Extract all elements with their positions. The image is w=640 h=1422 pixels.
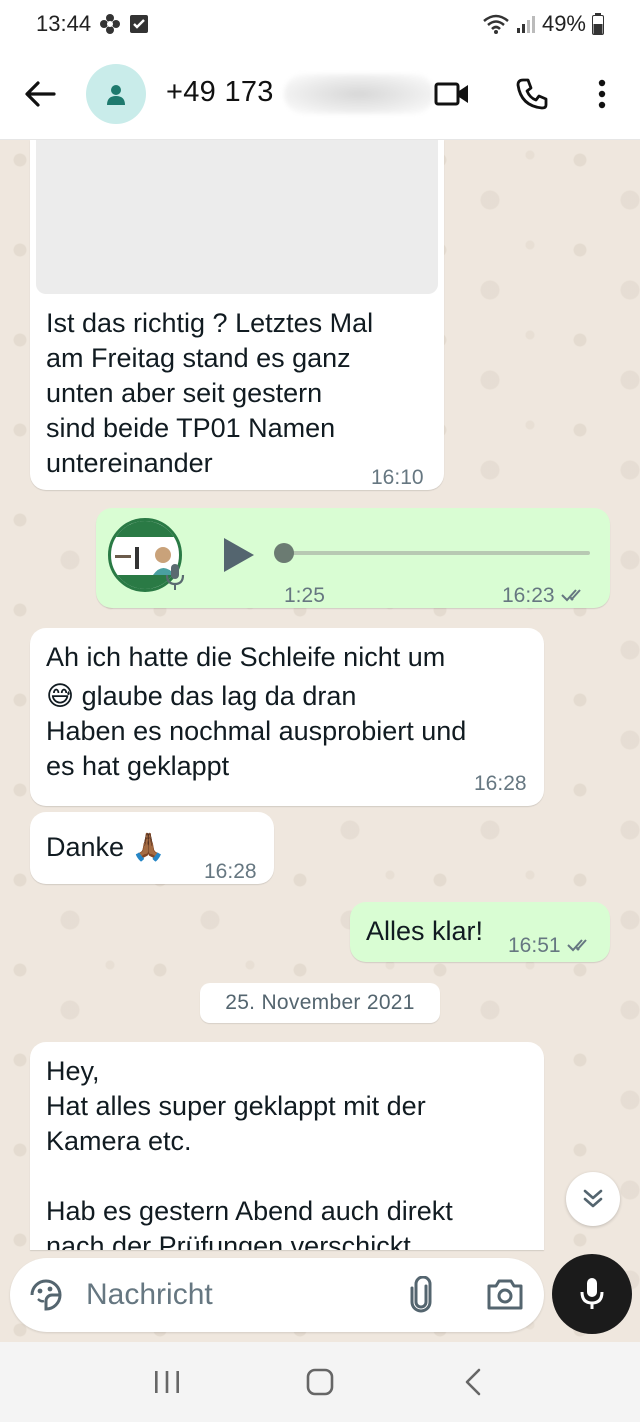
back-arrow-icon[interactable] bbox=[22, 74, 58, 114]
media-image-placeholder[interactable] bbox=[36, 140, 438, 294]
camera-icon[interactable] bbox=[486, 1276, 524, 1317]
wifi-icon bbox=[482, 13, 510, 35]
message-text: Ah ich hatte die Schleife nicht um 😅 gla… bbox=[46, 640, 536, 784]
message-time: 16:28 bbox=[204, 860, 257, 883]
checkbox-icon bbox=[129, 14, 149, 34]
voice-message-bubble[interactable]: 1:25 16:23 bbox=[96, 508, 610, 608]
sticker-emoji-icon[interactable] bbox=[28, 1277, 64, 1318]
redacted-name-blur bbox=[284, 74, 434, 114]
signal-icon bbox=[516, 14, 536, 34]
message-bubble-incoming[interactable]: Hey, Hat alles super geklappt mit der Ka… bbox=[30, 1042, 544, 1250]
message-time-wrap: 16:51 bbox=[508, 928, 593, 964]
message-bubble-incoming[interactable]: Ist das richtig ? Letztes Mal am Freitag… bbox=[30, 140, 444, 490]
message-line: Hab es gestern Abend auch direkt bbox=[46, 1196, 453, 1226]
voice-progress-track[interactable] bbox=[284, 551, 590, 555]
video-call-icon[interactable] bbox=[432, 74, 472, 114]
message-line bbox=[46, 1159, 536, 1194]
contact-name[interactable]: +49 173 bbox=[166, 76, 274, 109]
message-line: unten aber seit gestern bbox=[46, 378, 323, 408]
message-text: Alles klar! bbox=[366, 916, 484, 946]
message-line: Ist das richtig ? Letztes Mal bbox=[46, 308, 374, 338]
message-composer bbox=[10, 1258, 544, 1332]
message-text: Hey, Hat alles super geklappt mit der Ka… bbox=[46, 1054, 536, 1250]
paperclip-icon[interactable] bbox=[406, 1275, 436, 1319]
message-bubble-outgoing[interactable]: Alles klar! 16:51 bbox=[350, 902, 610, 962]
home-icon[interactable] bbox=[290, 1352, 350, 1412]
status-bar: 13:44 49% bbox=[0, 0, 640, 48]
double-check-icon bbox=[560, 579, 587, 614]
message-text: Ist das richtig ? Letztes Mal am Freitag… bbox=[46, 306, 426, 481]
double-chevron-down-icon bbox=[583, 1189, 603, 1208]
system-navigation-bar bbox=[0, 1342, 640, 1422]
message-line: 😅 glaube das lag da dran bbox=[46, 681, 357, 711]
battery-percent: 49% bbox=[541, 11, 586, 36]
voice-progress-knob[interactable] bbox=[274, 543, 294, 563]
message-time: 16:10 bbox=[371, 466, 424, 489]
voice-duration: 1:25 bbox=[284, 584, 325, 607]
message-input[interactable] bbox=[86, 1276, 386, 1314]
message-text: Danke 🙏🏾 bbox=[46, 832, 166, 862]
microphone-icon bbox=[164, 562, 186, 601]
message-line: Hey, bbox=[46, 1056, 100, 1086]
double-check-icon bbox=[566, 929, 593, 964]
message-time-wrap: 16:23 bbox=[502, 578, 587, 614]
battery-icon bbox=[592, 13, 604, 35]
avatar[interactable] bbox=[86, 64, 146, 124]
message-bubble-incoming[interactable]: Danke 🙏🏾 16:28 bbox=[30, 812, 274, 884]
message-time: 16:51 bbox=[508, 934, 561, 957]
scroll-to-bottom-button[interactable] bbox=[566, 1172, 620, 1226]
message-time: 16:23 bbox=[502, 584, 555, 607]
message-line: Hat alles super geklappt mit der bbox=[46, 1091, 426, 1121]
message-bubble-incoming[interactable]: Ah ich hatte die Schleife nicht um 😅 gla… bbox=[30, 628, 544, 806]
message-time: 16:28 bbox=[474, 772, 527, 795]
message-line: Ah ich hatte die Schleife nicht um bbox=[46, 642, 446, 672]
play-icon[interactable] bbox=[220, 536, 256, 583]
message-line: untereinander bbox=[46, 448, 213, 478]
back-nav-icon[interactable] bbox=[443, 1352, 503, 1412]
phone-icon[interactable] bbox=[512, 74, 552, 114]
message-line: Kamera etc. bbox=[46, 1126, 192, 1156]
message-line: Haben es nochmal ausprobiert und bbox=[46, 716, 467, 746]
message-line: am Freitag stand es ganz bbox=[46, 343, 351, 373]
message-line: sind beide TP01 Namen bbox=[46, 413, 336, 443]
message-line: nach der Prüfungen verschickt bbox=[46, 1231, 411, 1250]
more-vert-icon[interactable] bbox=[582, 74, 622, 114]
message-line: es hat geklappt bbox=[46, 751, 230, 781]
chat-header: +49 173 bbox=[0, 48, 640, 140]
microphone-icon bbox=[580, 1278, 604, 1309]
voice-record-button[interactable] bbox=[552, 1254, 632, 1334]
avatar-person-icon bbox=[107, 85, 125, 105]
status-time: 13:44 bbox=[36, 11, 92, 36]
chat-area[interactable]: Ist das richtig ? Letztes Mal am Freitag… bbox=[0, 140, 640, 1342]
flower-icon bbox=[99, 13, 121, 35]
recent-apps-icon[interactable] bbox=[137, 1352, 197, 1412]
date-separator: 25. November 2021 bbox=[200, 983, 440, 1023]
